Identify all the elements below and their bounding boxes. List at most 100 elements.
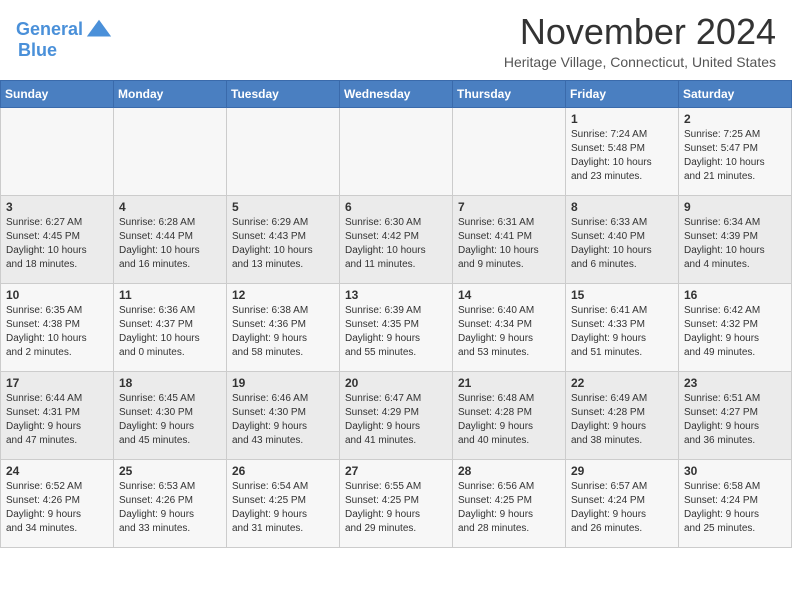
day-number: 4	[119, 200, 221, 214]
day-info: Sunrise: 6:57 AM Sunset: 4:24 PM Dayligh…	[571, 480, 673, 536]
day-info: Sunrise: 6:58 AM Sunset: 4:24 PM Dayligh…	[684, 480, 786, 536]
week-row-4: 17Sunrise: 6:44 AM Sunset: 4:31 PM Dayli…	[1, 371, 792, 459]
day-cell: 13 Sunrise: 6:39 AM Sunset: 4:35 PM Dayli…	[340, 283, 453, 371]
day-cell: 23Sunrise: 6:51 AM Sunset: 4:27 PM Dayli…	[679, 371, 792, 459]
day-number: 11	[119, 288, 221, 302]
day-cell: 8 Sunrise: 6:33 AM Sunset: 4:40 PM Daylig…	[566, 195, 679, 283]
day-info: Sunrise: 6:39 AM Sunset: 4:35 PM Dayligh…	[345, 304, 447, 360]
day-cell	[227, 107, 340, 195]
day-cell: 16Sunrise: 6:42 AM Sunset: 4:32 PM Dayli…	[679, 283, 792, 371]
column-header-wednesday: Wednesday	[340, 80, 453, 107]
day-number: 8	[571, 200, 673, 214]
day-cell: 24Sunrise: 6:52 AM Sunset: 4:26 PM Dayli…	[1, 459, 114, 547]
day-cell: 21Sunrise: 6:48 AM Sunset: 4:28 PM Dayli…	[453, 371, 566, 459]
day-cell: 7 Sunrise: 6:31 AM Sunset: 4:41 PM Daylig…	[453, 195, 566, 283]
day-number: 18	[119, 376, 221, 390]
day-info: Sunrise: 6:29 AM Sunset: 4:43 PM Dayligh…	[232, 216, 334, 272]
header-row: SundayMondayTuesdayWednesdayThursdayFrid…	[1, 80, 792, 107]
day-number: 26	[232, 464, 334, 478]
day-info: Sunrise: 6:49 AM Sunset: 4:28 PM Dayligh…	[571, 392, 673, 448]
calendar-table: SundayMondayTuesdayWednesdayThursdayFrid…	[0, 80, 792, 548]
day-info: Sunrise: 6:28 AM Sunset: 4:44 PM Dayligh…	[119, 216, 221, 272]
day-cell: 30Sunrise: 6:58 AM Sunset: 4:24 PM Dayli…	[679, 459, 792, 547]
title-block: November 2024 Heritage Village, Connecti…	[504, 12, 776, 70]
day-number: 19	[232, 376, 334, 390]
week-row-3: 10 Sunrise: 6:35 AM Sunset: 4:38 PM Dayli…	[1, 283, 792, 371]
day-cell: 28 Sunrise: 6:56 AM Sunset: 4:25 PM Dayli…	[453, 459, 566, 547]
column-header-thursday: Thursday	[453, 80, 566, 107]
day-info: Sunrise: 6:35 AM Sunset: 4:38 PM Dayligh…	[6, 304, 108, 360]
column-header-sunday: Sunday	[1, 80, 114, 107]
day-cell	[1, 107, 114, 195]
day-cell	[340, 107, 453, 195]
day-cell: 17Sunrise: 6:44 AM Sunset: 4:31 PM Dayli…	[1, 371, 114, 459]
day-cell: 25Sunrise: 6:53 AM Sunset: 4:26 PM Dayli…	[114, 459, 227, 547]
day-info: Sunrise: 6:55 AM Sunset: 4:25 PM Dayligh…	[345, 480, 447, 536]
day-number: 29	[571, 464, 673, 478]
calendar-header: SundayMondayTuesdayWednesdayThursdayFrid…	[1, 80, 792, 107]
day-cell: 3Sunrise: 6:27 AM Sunset: 4:45 PM Daylig…	[1, 195, 114, 283]
day-info: Sunrise: 6:30 AM Sunset: 4:42 PM Dayligh…	[345, 216, 447, 272]
column-header-saturday: Saturday	[679, 80, 792, 107]
day-info: Sunrise: 6:38 AM Sunset: 4:36 PM Dayligh…	[232, 304, 334, 360]
day-cell: 12 Sunrise: 6:38 AM Sunset: 4:36 PM Dayli…	[227, 283, 340, 371]
day-info: Sunrise: 6:34 AM Sunset: 4:39 PM Dayligh…	[684, 216, 786, 272]
day-cell: 27 Sunrise: 6:55 AM Sunset: 4:25 PM Dayli…	[340, 459, 453, 547]
day-number: 1	[571, 112, 673, 126]
day-number: 28	[458, 464, 560, 478]
day-cell: 29 Sunrise: 6:57 AM Sunset: 4:24 PM Dayli…	[566, 459, 679, 547]
week-row-5: 24Sunrise: 6:52 AM Sunset: 4:26 PM Dayli…	[1, 459, 792, 547]
day-info: Sunrise: 6:31 AM Sunset: 4:41 PM Dayligh…	[458, 216, 560, 272]
day-number: 6	[345, 200, 447, 214]
day-info: Sunrise: 7:24 AM Sunset: 5:48 PM Dayligh…	[571, 128, 673, 184]
day-cell: 20Sunrise: 6:47 AM Sunset: 4:29 PM Dayli…	[340, 371, 453, 459]
day-info: Sunrise: 6:44 AM Sunset: 4:31 PM Dayligh…	[6, 392, 108, 448]
day-cell: 2Sunrise: 7:25 AM Sunset: 5:47 PM Daylig…	[679, 107, 792, 195]
day-number: 27	[345, 464, 447, 478]
logo: General Blue	[16, 16, 113, 61]
logo-icon	[85, 16, 113, 44]
day-info: Sunrise: 6:36 AM Sunset: 4:37 PM Dayligh…	[119, 304, 221, 360]
day-cell: 15Sunrise: 6:41 AM Sunset: 4:33 PM Dayli…	[566, 283, 679, 371]
day-number: 22	[571, 376, 673, 390]
day-cell	[114, 107, 227, 195]
day-cell	[453, 107, 566, 195]
day-cell: 1 Sunrise: 7:24 AM Sunset: 5:48 PM Daylig…	[566, 107, 679, 195]
page-header: General Blue November 2024 Heritage Vill…	[0, 0, 792, 74]
day-info: Sunrise: 6:52 AM Sunset: 4:26 PM Dayligh…	[6, 480, 108, 536]
day-info: Sunrise: 6:56 AM Sunset: 4:25 PM Dayligh…	[458, 480, 560, 536]
day-cell: 11 Sunrise: 6:36 AM Sunset: 4:37 PM Dayli…	[114, 283, 227, 371]
week-row-2: 3Sunrise: 6:27 AM Sunset: 4:45 PM Daylig…	[1, 195, 792, 283]
day-cell: 10 Sunrise: 6:35 AM Sunset: 4:38 PM Dayli…	[1, 283, 114, 371]
calendar-body: 1 Sunrise: 7:24 AM Sunset: 5:48 PM Daylig…	[1, 107, 792, 547]
day-info: Sunrise: 6:46 AM Sunset: 4:30 PM Dayligh…	[232, 392, 334, 448]
column-header-tuesday: Tuesday	[227, 80, 340, 107]
day-number: 10	[6, 288, 108, 302]
day-number: 16	[684, 288, 786, 302]
day-info: Sunrise: 6:53 AM Sunset: 4:26 PM Dayligh…	[119, 480, 221, 536]
week-row-1: 1 Sunrise: 7:24 AM Sunset: 5:48 PM Daylig…	[1, 107, 792, 195]
day-number: 21	[458, 376, 560, 390]
day-cell: 18Sunrise: 6:45 AM Sunset: 4:30 PM Dayli…	[114, 371, 227, 459]
day-cell: 22 Sunrise: 6:49 AM Sunset: 4:28 PM Dayli…	[566, 371, 679, 459]
day-number: 15	[571, 288, 673, 302]
column-header-monday: Monday	[114, 80, 227, 107]
day-number: 9	[684, 200, 786, 214]
day-info: Sunrise: 7:25 AM Sunset: 5:47 PM Dayligh…	[684, 128, 786, 184]
day-number: 13	[345, 288, 447, 302]
logo-text: General	[16, 20, 83, 40]
day-number: 3	[6, 200, 108, 214]
day-cell: 19 Sunrise: 6:46 AM Sunset: 4:30 PM Dayli…	[227, 371, 340, 459]
day-number: 5	[232, 200, 334, 214]
day-info: Sunrise: 6:54 AM Sunset: 4:25 PM Dayligh…	[232, 480, 334, 536]
month-title: November 2024	[504, 12, 776, 52]
day-cell: 5 Sunrise: 6:29 AM Sunset: 4:43 PM Daylig…	[227, 195, 340, 283]
day-info: Sunrise: 6:51 AM Sunset: 4:27 PM Dayligh…	[684, 392, 786, 448]
day-number: 7	[458, 200, 560, 214]
day-info: Sunrise: 6:33 AM Sunset: 4:40 PM Dayligh…	[571, 216, 673, 272]
day-info: Sunrise: 6:40 AM Sunset: 4:34 PM Dayligh…	[458, 304, 560, 360]
day-cell: 14 Sunrise: 6:40 AM Sunset: 4:34 PM Dayli…	[453, 283, 566, 371]
day-cell: 26 Sunrise: 6:54 AM Sunset: 4:25 PM Dayli…	[227, 459, 340, 547]
day-number: 12	[232, 288, 334, 302]
day-number: 14	[458, 288, 560, 302]
